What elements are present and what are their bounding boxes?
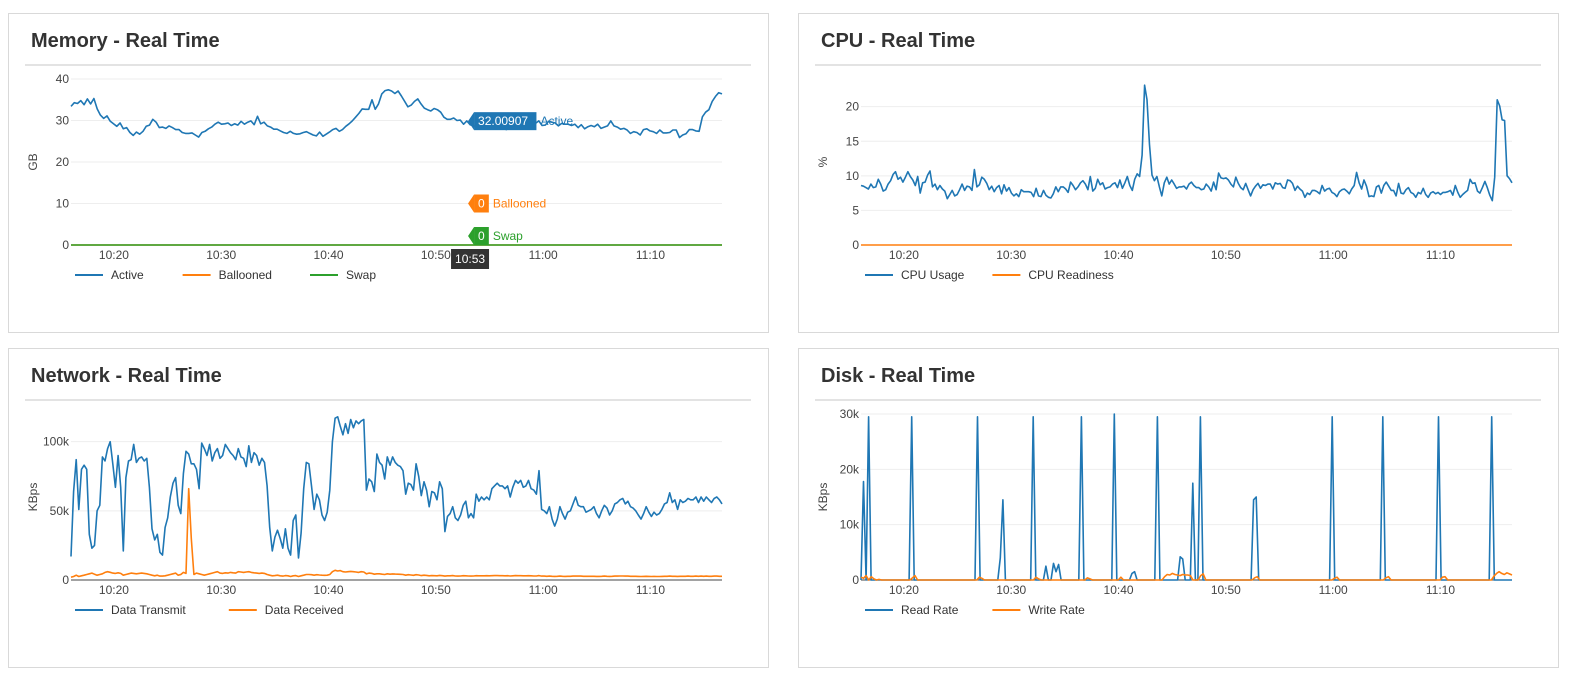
x-tick-label: 10:20 [99, 248, 129, 262]
cpu-chart[interactable]: 0510152010:20 10:30 10:40 10:50 11:00 11:10%C… [799, 14, 1560, 334]
disk-chart[interactable]: 0 10k 20k 30k 10:20 10:30 10:40 10:50 11:00 11:10… [799, 349, 1560, 669]
x-tick-label: 10:20 [889, 583, 919, 597]
x-tick-label: 10:40 [1104, 583, 1134, 597]
x-tick-label: 10:30 [996, 583, 1026, 597]
y-tick-label: 0 [852, 573, 859, 587]
x-tick-label: 10:50 [421, 583, 451, 597]
network-chart[interactable]: 0 50k 100k 10:20 10:30 10:40 10:50 11:00 11:10 KB… [9, 349, 770, 669]
cpu-usage-legend-label: CPU Usage [901, 268, 965, 282]
tooltip-time-label: 10:53 [455, 252, 485, 266]
x-tick-label: 11:00 [529, 248, 558, 262]
swap-legend-label: Swap [346, 268, 376, 282]
y-axis-label: KBps [26, 483, 40, 512]
y-tick-label: 10 [56, 197, 70, 211]
y-tick-label: 20 [846, 100, 860, 114]
memory-chart[interactable]: 0 10 20 30 40 10:20 10:30 10:40 10:50 11:00 11:10 G… [9, 14, 770, 334]
y-tick-label: 30 [56, 114, 70, 128]
x-tick-label: 11:10 [636, 248, 665, 262]
y-tick-label: 0 [62, 238, 69, 252]
x-tick-label: 10:40 [314, 248, 344, 262]
y-tick-label: 5 [852, 203, 859, 217]
ballooned-tooltip-value: 0 [478, 197, 485, 211]
x-tick-label: 11:10 [1426, 248, 1455, 262]
x-tick-label: 10:30 [996, 248, 1026, 262]
swap-tooltip-label: Swap [493, 229, 523, 243]
ballooned-tooltip-pointer [468, 194, 475, 213]
y-tick-label: 100k [43, 435, 70, 449]
y-tick-label: 20k [840, 462, 860, 476]
y-tick-label: 10k [840, 518, 860, 532]
y-tick-label: 40 [56, 72, 70, 86]
disk-panel: Disk - Real Time 0 10k 20k 30k 10:20 10:30 10:… [798, 348, 1559, 668]
write-rate-series-line [860, 570, 1513, 581]
x-tick-label: 10:30 [206, 248, 236, 262]
x-tick-label: 10:50 [1211, 583, 1241, 597]
x-tick-label: 11:10 [1426, 583, 1455, 597]
read-rate-legend-label: Read Rate [901, 603, 959, 617]
x-tick-label: 10:50 [1211, 248, 1241, 262]
active-series-line [70, 89, 723, 139]
y-tick-label: 15 [846, 134, 860, 148]
cpu-readiness-legend-label: CPU Readiness [1028, 268, 1113, 282]
write-rate-legend-label: Write Rate [1028, 603, 1085, 617]
ballooned-tooltip-label: Ballooned [493, 197, 546, 211]
x-tick-label: 11:10 [636, 583, 665, 597]
cpu-panel: CPU - Real Time 0 5 10 15 20 10:20 10:30 10:40 1… [798, 13, 1559, 333]
x-tick-label: 10:30 [206, 583, 236, 597]
network-panel: Network - Real Time 0 50k 100k 10:20 10:30 10… [8, 348, 769, 668]
y-axis-label: GB [26, 153, 40, 170]
cpu-usage-series-line [860, 84, 1513, 202]
y-tick-label: 20 [56, 155, 70, 169]
x-tick-label: 11:00 [1319, 248, 1348, 262]
x-tick-label: 10:50 [421, 248, 451, 262]
y-axis-label: % [816, 156, 830, 167]
ballooned-legend-label: Ballooned [219, 268, 272, 282]
data-transmit-series-line [70, 416, 723, 559]
read-rate-series-line [860, 413, 1512, 581]
x-tick-label: 11:00 [1319, 583, 1348, 597]
active-tooltip-label: Active [540, 114, 573, 128]
memory-panel: Memory - Real Time 0 10 20 30 40 10:20 10:30 10… [8, 13, 769, 333]
active-tooltip-value: 32.00907 [478, 114, 528, 128]
x-tick-label: 10:40 [314, 583, 344, 597]
x-tick-label: 10:20 [99, 583, 129, 597]
x-tick-label: 10:40 [1104, 248, 1134, 262]
y-tick-label: 10 [846, 169, 860, 183]
active-tooltip-pointer [468, 112, 475, 131]
y-tick-label: 0 [62, 573, 69, 587]
y-tick-label: 30k [840, 407, 860, 421]
y-tick-label: 0 [852, 238, 859, 252]
x-tick-label: 10:20 [889, 248, 919, 262]
y-axis-label: KBps [816, 483, 830, 512]
data-received-legend-label: Data Received [265, 603, 344, 617]
active-legend-label: Active [111, 268, 144, 282]
data-transmit-legend-label: Data Transmit [111, 603, 186, 617]
swap-tooltip-value: 0 [478, 229, 485, 243]
x-tick-label: 11:00 [529, 583, 558, 597]
swap-tooltip-pointer [468, 227, 475, 245]
y-tick-label: 50k [50, 504, 70, 518]
